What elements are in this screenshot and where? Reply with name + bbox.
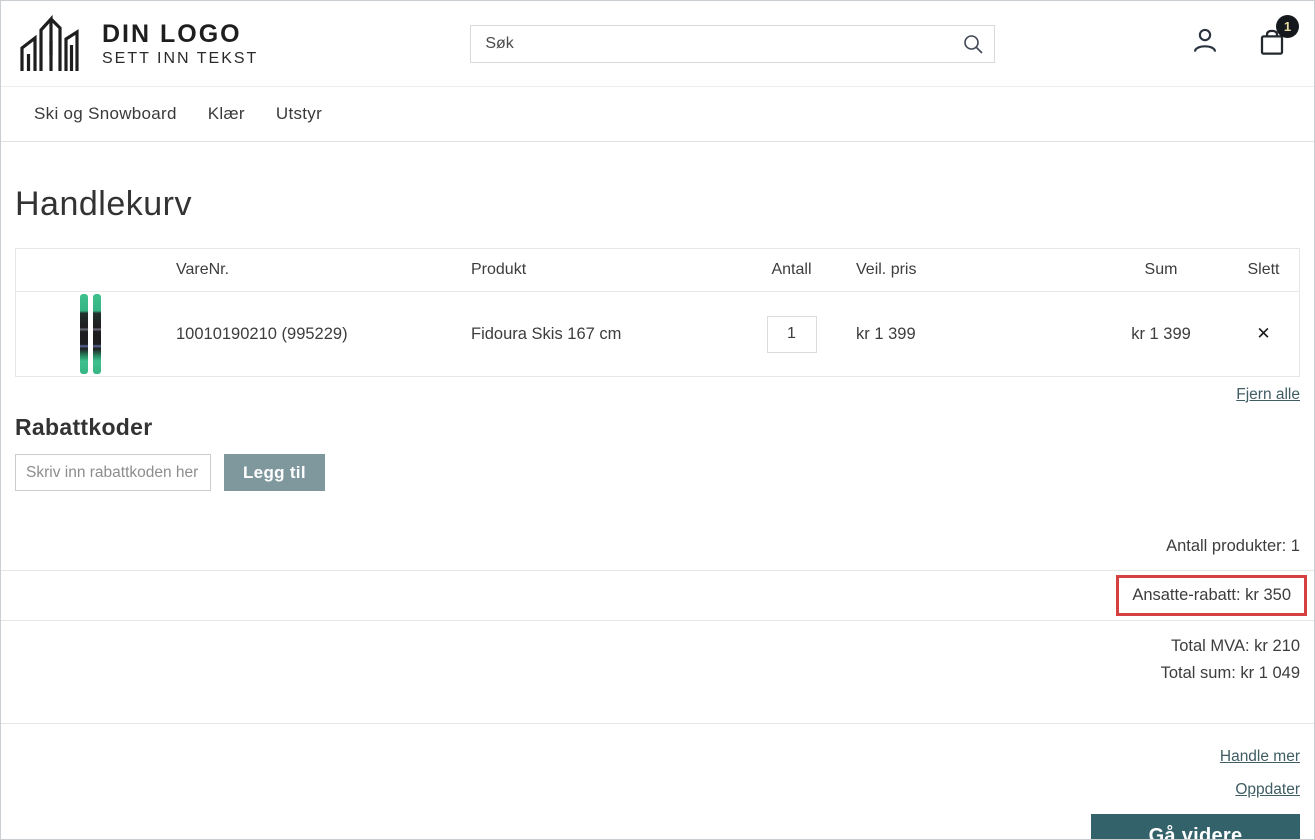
update-cart-link[interactable]: Oppdater	[1235, 781, 1300, 798]
logo-text: DIN LOGO SETT INN TEKST	[102, 20, 258, 68]
col-varenr: VareNr.	[164, 261, 459, 279]
row-antall-cell	[739, 316, 844, 353]
search-bar	[470, 25, 995, 63]
shop-more-link[interactable]: Handle mer	[1220, 748, 1300, 765]
discount-code-input[interactable]	[15, 454, 211, 491]
product-thumbnail[interactable]	[16, 294, 164, 374]
cart-table-row: 10010190210 (995229) Fidoura Skis 167 cm…	[16, 292, 1299, 376]
header-icons: 1	[1190, 25, 1288, 62]
logo-title: DIN LOGO	[102, 20, 258, 49]
cart-table-header: VareNr. Produkt Antall Veil. pris Sum Sl…	[16, 249, 1299, 292]
row-veil-pris: kr 1 399	[844, 325, 1094, 344]
proceed-button[interactable]: Gå videre	[1091, 814, 1300, 840]
buildings-logo-icon	[16, 15, 88, 73]
main-content: Handlekurv VareNr. Produkt Antall Veil. …	[1, 185, 1314, 840]
summary-divider	[1, 723, 1314, 724]
logo-subtitle: SETT INN TEKST	[102, 50, 258, 68]
search-input[interactable]	[470, 25, 995, 63]
row-sum: kr 1 399	[1094, 325, 1228, 344]
remove-all-link[interactable]: Fjern alle	[1236, 386, 1300, 403]
cart-badge: 1	[1276, 15, 1299, 38]
employee-discount-highlight-box: Ansatte-rabatt: kr 350	[1116, 575, 1307, 616]
user-account-icon[interactable]	[1190, 26, 1220, 61]
col-sum: Sum	[1094, 261, 1228, 279]
order-summary: Antall produkter: 1 Ansatte-rabatt: kr 3…	[15, 531, 1300, 724]
discount-row: Legg til	[15, 454, 1300, 491]
store-logo[interactable]: DIN LOGO SETT INN TEKST	[16, 15, 258, 73]
col-produkt: Produkt	[459, 261, 739, 279]
proceed-row: Gå videre	[15, 814, 1300, 840]
main-nav: Ski og Snowboard Klær Utstyr	[1, 86, 1314, 142]
employee-discount-row: Ansatte-rabatt: kr 350	[15, 571, 1300, 620]
col-veil-pris: Veil. pris	[844, 261, 1094, 279]
totals-block: Total MVA: kr 210 Total sum: kr 1 049	[15, 623, 1300, 701]
page-title: Handlekurv	[15, 185, 1300, 224]
header: DIN LOGO SETT INN TEKST	[1, 1, 1314, 86]
delete-item-icon[interactable]: ✕	[1256, 324, 1270, 343]
remove-all-row: Fjern alle	[15, 386, 1300, 404]
product-count-text: Antall produkter: 1	[15, 531, 1300, 570]
cart-page: DIN LOGO SETT INN TEKST	[0, 0, 1315, 840]
row-produkt: Fidoura Skis 167 cm	[459, 325, 739, 344]
add-discount-button[interactable]: Legg til	[224, 454, 325, 491]
skis-product-image	[80, 294, 101, 374]
quantity-input[interactable]	[767, 316, 817, 353]
nav-item-klaer[interactable]: Klær	[208, 104, 245, 124]
search-icon[interactable]	[961, 32, 985, 61]
nav-item-utstyr[interactable]: Utstyr	[276, 104, 322, 124]
total-vat-text: Total MVA: kr 210	[15, 633, 1300, 660]
total-sum-text: Total sum: kr 1 049	[15, 660, 1300, 687]
discount-section-title: Rabattkoder	[15, 414, 1300, 441]
cart-button[interactable]: 1	[1256, 25, 1288, 62]
col-antall: Antall	[739, 261, 844, 279]
cart-action-links: Handle mer Oppdater	[15, 748, 1300, 799]
nav-item-ski-og-snowboard[interactable]: Ski og Snowboard	[34, 104, 177, 124]
col-slett: Slett	[1228, 261, 1299, 279]
employee-discount-text: Ansatte-rabatt: kr 350	[1132, 586, 1291, 604]
row-delete-cell: ✕	[1228, 325, 1299, 344]
cart-table: VareNr. Produkt Antall Veil. pris Sum Sl…	[15, 248, 1300, 377]
summary-divider	[1, 620, 1314, 621]
row-varenr: 10010190210 (995229)	[164, 325, 459, 344]
